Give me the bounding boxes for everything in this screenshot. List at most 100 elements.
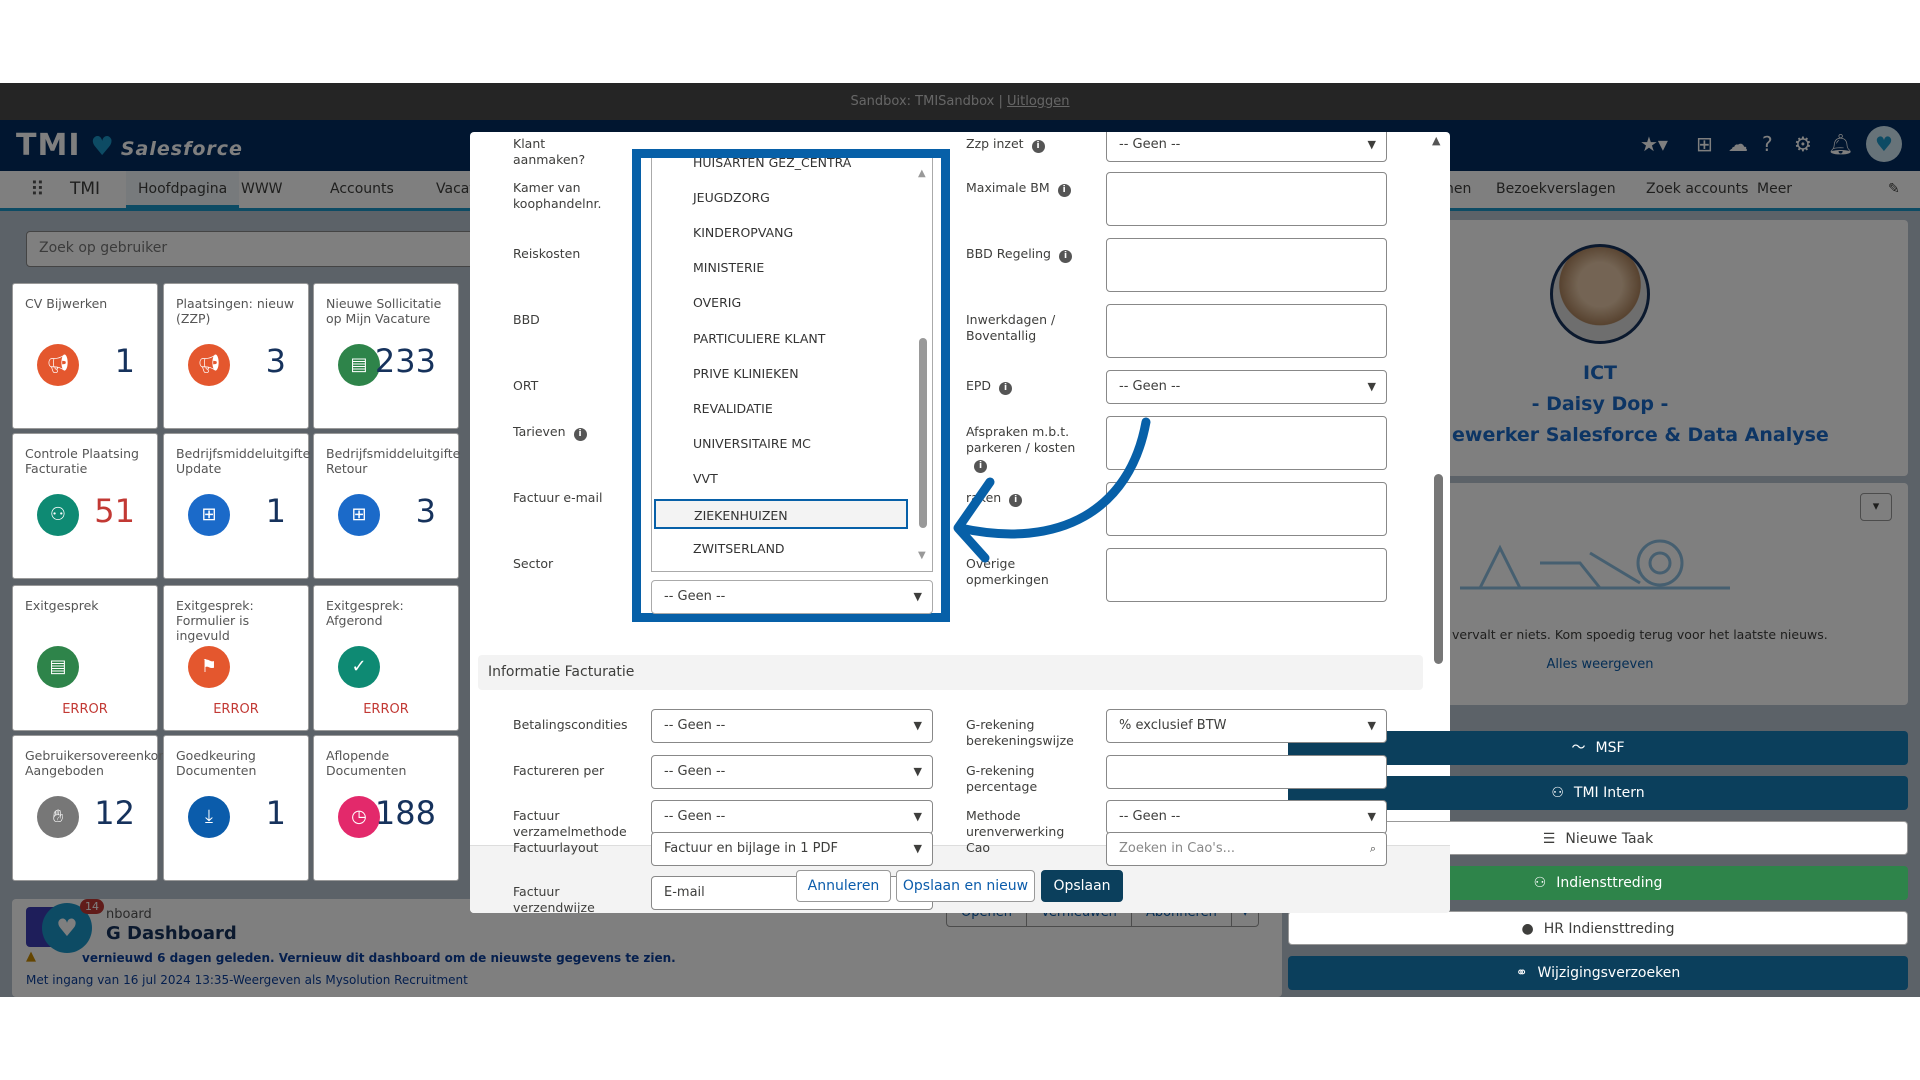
sector-option[interactable]: ZWITSERLAND <box>653 534 909 564</box>
cancel-button[interactable]: Annuleren <box>796 870 891 902</box>
field-label: Zzp inzet i <box>966 136 1096 153</box>
sector-option[interactable]: PARTICULIERE KLANT <box>653 324 909 354</box>
field-label: Maximale BM i <box>966 180 1096 197</box>
tile-value: 1 <box>265 794 286 832</box>
tile-title: Bedrijfsmiddeluitgifte Retour <box>326 446 461 476</box>
field-label: Inwerkdagen / Boventallig <box>966 312 1096 344</box>
billing-field[interactable]: -- Geen -- ▼ <box>1106 800 1387 834</box>
field-label: BBD Regeling i <box>966 246 1096 263</box>
field-label: BBD <box>513 312 613 328</box>
tile-error: ERROR <box>363 702 409 717</box>
billing-select[interactable]: -- Geen -- ▼ <box>651 755 933 789</box>
chevron-down-icon: ▼ <box>913 765 922 778</box>
sector-option[interactable]: PRIVE KLINIEKEN <box>653 359 909 389</box>
dashboard-tile[interactable]: Exitgesprek: Afgerond ✓ ERROR <box>313 585 459 731</box>
dashboard-tile[interactable]: Goedkeuring Documenten ⤓ 1 <box>163 735 309 881</box>
sector-select[interactable]: -- Geen -- ▼ <box>651 580 933 614</box>
dashboard-tile[interactable]: Gebruikersovereenkomst Aangeboden ✋︎ 12 <box>12 735 182 881</box>
action-button[interactable]: ● HR Indiensttreding <box>1288 911 1908 945</box>
tile-title: Exitgesprek <box>25 598 99 613</box>
info-icon[interactable]: i <box>1059 250 1072 263</box>
tile-value: 188 <box>374 794 436 832</box>
megaphone-icon: 📢︎ <box>37 344 79 386</box>
dashboard-tile[interactable]: Bedrijfsmiddeluitgifte Retour ⊞ 3 <box>313 433 461 579</box>
billing-select[interactable]: -- Geen -- ▼ <box>651 709 933 743</box>
sector-option[interactable]: ZIEKENHUIZEN <box>654 499 908 529</box>
modal-scrollbar[interactable]: ▲ <box>1432 134 1446 910</box>
tile-title: Goedkeuring Documenten <box>176 748 257 778</box>
select-field[interactable]: -- Geen -- ▼ <box>1106 370 1387 404</box>
sector-option[interactable]: HUISARTEN GEZ_CENTRA <box>653 158 909 178</box>
field-label: Klant aanmaken? <box>513 136 613 168</box>
billing-field[interactable]: Zoeken in Cao's... ⌕ <box>1106 832 1387 866</box>
section-informatie-facturatie[interactable]: Informatie Facturatie <box>478 655 1423 690</box>
chevron-down-icon: ▼ <box>913 719 922 732</box>
dashboard-tile[interactable]: Bedrijfsmiddeluitgifte Update ⊞ 1 <box>163 433 311 579</box>
field-label: G-rekening berekeningswijze <box>966 717 1074 748</box>
save-and-new-button[interactable]: Opslaan en nieuw <box>896 870 1035 902</box>
clock-icon: ◷ <box>338 796 380 838</box>
document-icon: ▤ <box>37 646 79 688</box>
billing-field[interactable] <box>1106 755 1387 789</box>
form-add-icon: ⊞ <box>188 494 230 536</box>
info-icon[interactable]: i <box>573 428 587 441</box>
scroll-down-icon[interactable]: ▼ <box>918 550 926 561</box>
sector-option[interactable]: KINDEROPVANG <box>653 218 909 248</box>
dropdown-scroll-thumb[interactable] <box>919 338 927 528</box>
billing-select[interactable]: Factuur en bijlage in 1 PDF ▼ <box>651 832 933 866</box>
dashboard-tile[interactable]: Controle Plaatsing Facturatie ⚇ 51 <box>12 433 158 579</box>
label-text: Klant aanmaken? <box>513 136 586 167</box>
chevron-down-icon: ▼ <box>913 842 922 855</box>
sector-option[interactable]: OVERIG <box>653 288 909 318</box>
label-text: EPD <box>966 378 992 393</box>
sector-value: -- Geen -- <box>664 589 726 604</box>
tile-title: Nieuwe Sollicitatie op Mijn Vacature <box>326 296 442 326</box>
select-field[interactable]: -- Geen -- ▼ <box>1106 132 1387 162</box>
textarea-field[interactable] <box>1106 304 1387 358</box>
chart-line-icon: 〜 <box>1571 740 1586 756</box>
select-value: -- Geen -- <box>664 718 726 733</box>
dashboard-tile[interactable]: Exitgesprek: Formulier is ingevuld ⚑ ERROR <box>163 585 309 731</box>
info-icon[interactable]: i <box>999 382 1013 395</box>
tile-value: 12 <box>94 794 135 832</box>
chat-icon: ● <box>1521 921 1534 937</box>
textarea-field[interactable] <box>1106 238 1387 292</box>
dashboard-tile[interactable]: Aflopende Documenten ◷ 188 <box>313 735 459 881</box>
tile-title: Gebruikersovereenkomst Aangeboden <box>25 748 182 778</box>
dropdown-scrollbar[interactable]: ▲ ▼ <box>918 168 928 562</box>
tile-value: 3 <box>415 492 436 530</box>
field-label: Tarieven i <box>513 424 613 441</box>
dashboard-tile[interactable]: Plaatsingen: nieuw (ZZP) 📢︎ 3 <box>163 283 309 429</box>
action-label: Wijzigingsverzoeken <box>1537 965 1681 981</box>
dashboard-tile[interactable]: Exitgesprek ▤ ERROR <box>12 585 158 731</box>
pointer-arrow-icon <box>953 417 1151 563</box>
field-label: Kamer van koophandelnr. <box>513 180 613 212</box>
dashboard-tile[interactable]: CV Bijwerken 📢︎ 1 <box>12 283 158 429</box>
sector-option[interactable]: VVT <box>653 464 909 494</box>
label-text: BBD <box>513 312 540 327</box>
info-icon[interactable]: i <box>1031 140 1045 153</box>
tile-title: Aflopende Documenten <box>326 748 407 778</box>
tile-title: Bedrijfsmiddeluitgifte Update <box>176 446 311 476</box>
action-button[interactable]: ⚭ Wijzigingsverzoeken <box>1288 956 1908 990</box>
dashboard-tile[interactable]: Nieuwe Sollicitatie op Mijn Vacature ▤ 233 <box>313 283 459 429</box>
sector-option[interactable]: UNIVERSITAIRE MC <box>653 429 909 459</box>
billing-field[interactable]: % exclusief BTW ▼ <box>1106 709 1387 743</box>
sector-option[interactable]: MINISTERIE <box>653 253 909 283</box>
textarea-field[interactable] <box>1106 172 1387 226</box>
sector-option[interactable]: REVALIDATIE <box>653 394 909 424</box>
billing-select[interactable]: -- Geen -- ▼ <box>651 800 933 834</box>
field-label: Betalingscondities <box>513 717 628 732</box>
field-label: Factureren per <box>513 763 605 778</box>
field-label: Reiskosten <box>513 246 613 262</box>
modal-scroll-thumb[interactable] <box>1434 474 1443 664</box>
field-label: Factuur e-mail <box>513 490 613 506</box>
info-icon[interactable]: i <box>1057 184 1071 197</box>
save-button[interactable]: Opslaan <box>1041 870 1123 902</box>
handshake-icon: ✋︎ <box>37 796 79 838</box>
sector-option[interactable]: JEUGDZORG <box>653 183 909 213</box>
select-value: Factuur en bijlage in 1 PDF <box>664 841 838 856</box>
select-value: -- Geen -- <box>1119 379 1181 394</box>
scroll-up-icon[interactable]: ▲ <box>918 168 926 179</box>
label-text: Kamer van koophandelnr. <box>513 180 602 211</box>
